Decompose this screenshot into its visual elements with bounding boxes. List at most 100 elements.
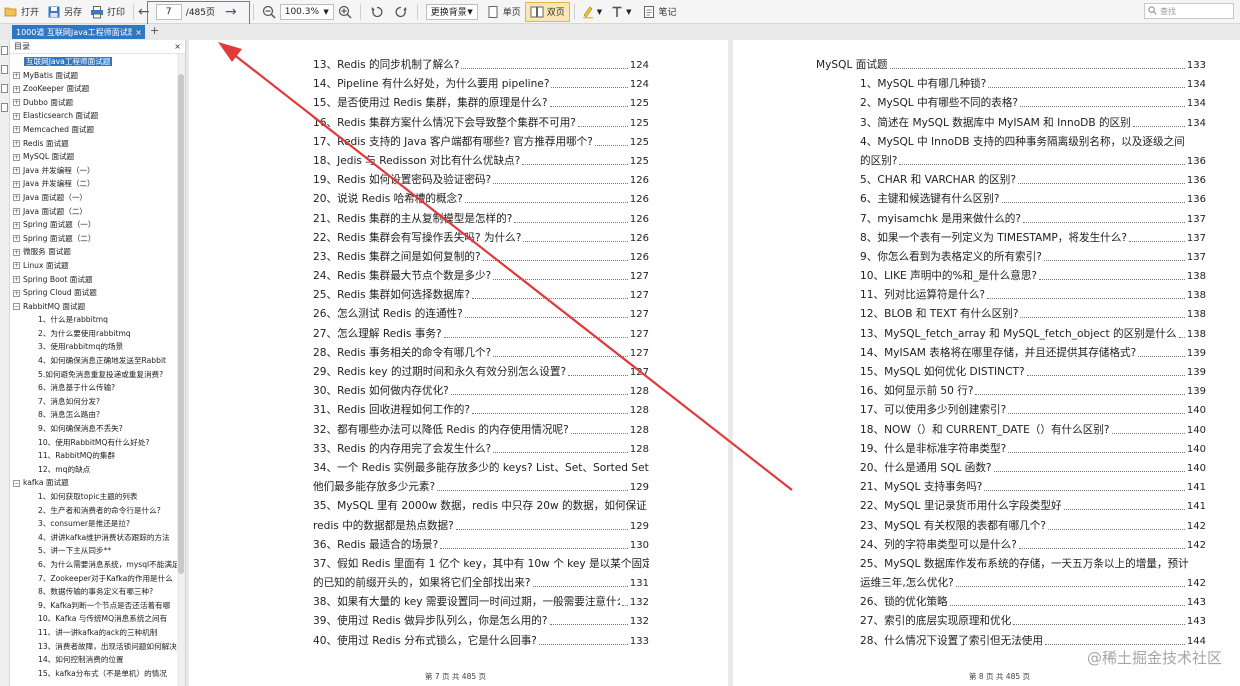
toc-row[interactable]: 22、Redis 集群会有写操作丢失吗? 为什么? 126 (313, 229, 649, 248)
outline-item[interactable]: 7、Zookeeper对于Kafka的作用是什么 (10, 572, 185, 586)
outline-scrollbar[interactable] (177, 54, 185, 686)
scrollbar-thumb[interactable] (178, 74, 184, 574)
toc-row[interactable]: 5、CHAR 和 VARCHAR 的区别? 136 (816, 171, 1206, 190)
close-icon[interactable]: × (132, 28, 145, 37)
expand-icon[interactable]: + (13, 126, 20, 134)
expand-icon[interactable]: + (13, 235, 20, 243)
zoom-out-icon[interactable] (262, 5, 276, 19)
toc-row[interactable]: 28、Redis 事务相关的命令有哪几个? 127 (313, 344, 649, 363)
toc-row[interactable]: 运维三年,怎么优化? 142 (816, 574, 1206, 593)
outline-item[interactable]: + Dubbo 面试题 (10, 96, 185, 110)
outline-item[interactable]: + Elasticsearch 面试题 (10, 109, 185, 123)
toc-row[interactable]: 11、列对比运算符是什么? 138 (816, 286, 1206, 305)
outline-item[interactable]: 14、如何控制消费的位置 (10, 653, 185, 667)
toc-row[interactable]: 24、列的字符串类型可以是什么? 142 (816, 536, 1206, 555)
toc-row[interactable]: 13、Redis 的同步机制了解么? 124 (313, 56, 649, 75)
thumbnail-panel-icon[interactable] (1, 65, 8, 74)
toc-row[interactable]: 13、MySQL_fetch_array 和 MySQL_fetch_objec… (816, 325, 1206, 344)
outline-item[interactable]: 互联网Java工程师面试题 (10, 55, 185, 69)
toc-row[interactable]: 36、Redis 最适合的场景? 130 (313, 536, 649, 555)
background-select[interactable]: 更换背景 ▼ (425, 3, 478, 20)
toc-row[interactable]: 14、MyISAM 表格将在哪里存储，并且还提供其存储格式? 139 (816, 344, 1206, 363)
toc-row[interactable]: 3、简述在 MySQL 数据库中 MyISAM 和 InnoDB 的区别 134 (816, 114, 1206, 133)
expand-icon[interactable]: + (13, 180, 20, 188)
outline-item[interactable]: + Spring Cloud 面试题 (10, 286, 185, 300)
new-tab-button[interactable]: + (150, 24, 159, 37)
outline-item[interactable]: 8、数据传输的事务定义有哪三种? (10, 585, 185, 599)
outline-item[interactable]: 6、消息基于什么传输? (10, 381, 185, 395)
chevron-down-icon[interactable]: ▼ (626, 8, 631, 16)
toc-row[interactable]: 6、主键和候选键有什么区别? 136 (816, 190, 1206, 209)
open-button[interactable]: 打开 (0, 2, 43, 22)
rotate-left-icon[interactable] (370, 5, 384, 19)
toc-row[interactable]: 21、Redis 集群的主从复制模型是怎样的? 126 (313, 210, 649, 229)
single-page-button[interactable]: 单页 (482, 2, 525, 22)
outline-item[interactable]: + Java 并发编程（二） (10, 177, 185, 191)
toc-row[interactable]: 25、Redis 集群如何选择数据库? 127 (313, 286, 649, 305)
expand-icon[interactable]: + (13, 208, 20, 216)
chevron-down-icon[interactable]: ▼ (597, 8, 602, 16)
toc-row[interactable]: 23、Redis 集群之间是如何复制的? 126 (313, 248, 649, 267)
toc-row[interactable]: 9、你怎么看到为表格定义的所有索引? 137 (816, 248, 1206, 267)
toc-row[interactable]: 10、LIKE 声明中的%和_是什么意思? 138 (816, 267, 1206, 286)
save-as-button[interactable]: 另存 (43, 2, 86, 22)
toc-row[interactable]: 32、都有哪些办法可以降低 Redis 的内存使用情况呢? 128 (313, 421, 649, 440)
toc-row[interactable]: 27、索引的底层实现原理和优化 143 (816, 612, 1206, 631)
toc-row[interactable]: 7、myisamchk 是用来做什么的? 137 (816, 210, 1206, 229)
toc-row[interactable]: 2、MySQL 中有哪些不同的表格? 134 (816, 94, 1206, 113)
outline-item[interactable]: + 微服务 面试题 (10, 245, 185, 259)
outline-item[interactable]: 15、kafka分布式（不是单机）的情况 (10, 667, 185, 681)
outline-item[interactable]: 10、使用RabbitMQ有什么好处? (10, 436, 185, 450)
toc-row[interactable]: 24、Redis 集群最大节点个数是多少? 127 (313, 267, 649, 286)
toc-row[interactable]: 17、Redis 支持的 Java 客户端都有哪些? 官方推荐用哪个? 125 (313, 133, 649, 152)
toc-row[interactable]: 27、怎么理解 Redis 事务? 127 (313, 325, 649, 344)
toc-row[interactable]: 31、Redis 回收进程如何工作的? 128 (313, 401, 649, 420)
text-tool-icon[interactable] (610, 5, 624, 19)
toc-row[interactable]: 39、使用过 Redis 做异步队列么，你是怎么用的? 132 (313, 612, 649, 631)
outline-item[interactable]: 2、为什么要使用rabbitmq (10, 327, 185, 341)
close-icon[interactable]: × (174, 42, 181, 51)
outline-item[interactable]: − RabbitMQ 面试题 (10, 300, 185, 314)
toc-row[interactable]: MySQL 面试题 133 (816, 56, 1206, 75)
zoom-select[interactable]: 100.3% ▼ (279, 3, 334, 20)
collapse-icon[interactable]: − (13, 479, 20, 487)
outline-item[interactable]: 11、RabbitMQ的集群 (10, 449, 185, 463)
zoom-in-icon[interactable] (338, 5, 352, 19)
document-tab[interactable]: 1000道 互联网Java工程师面试题 × (12, 25, 145, 39)
toc-row[interactable]: redis 中的数据都是热点数据? 129 (313, 517, 649, 536)
outline-item[interactable]: 3、使用rabbitmq的场景 (10, 340, 185, 354)
expand-icon[interactable]: + (13, 221, 20, 229)
outline-item[interactable]: 10、Kafka 与传统MQ消息系统之间有 (10, 612, 185, 626)
toc-row[interactable]: 29、Redis key 的过期时间和永久有效分别怎么设置? 127 (313, 363, 649, 382)
toc-row[interactable]: 16、Redis 集群方案什么情况下会导致整个集群不可用? 125 (313, 114, 649, 133)
outline-item[interactable]: + Redis 面试题 (10, 137, 185, 151)
toc-row[interactable]: 26、锁的优化策略 143 (816, 593, 1206, 612)
toc-row[interactable]: 33、Redis 的内存用完了会发生什么? 128 (313, 440, 649, 459)
outline-item[interactable]: 9、Kafka判断一个节点是否还活着有哪 (10, 599, 185, 613)
outline-item[interactable]: + Linux 面试题 (10, 259, 185, 273)
expand-icon[interactable]: + (13, 262, 20, 270)
toc-row[interactable]: 4、MySQL 中 InnoDB 支持的四种事务隔离级别名称，以及逐级之间 (816, 133, 1206, 152)
toc-row[interactable]: 15、MySQL 如何优化 DISTINCT? 139 (816, 363, 1206, 382)
toc-row[interactable]: 30、Redis 如何做内存优化? 128 (313, 382, 649, 401)
expand-icon[interactable]: + (13, 289, 20, 297)
expand-icon[interactable]: + (13, 99, 20, 107)
outline-item[interactable]: 3、consumer是推还是拉? (10, 517, 185, 531)
toc-row[interactable]: 20、说说 Redis 哈希槽的概念? 126 (313, 190, 649, 209)
toc-row[interactable]: 18、Jedis 与 Redisson 对比有什么优缺点? 125 (313, 152, 649, 171)
toc-row[interactable]: 26、怎么测试 Redis 的连通性? 127 (313, 305, 649, 324)
toc-row[interactable]: 21、MySQL 支持事务吗? 141 (816, 478, 1206, 497)
outline-item[interactable]: + MyBatis 面试题 (10, 69, 185, 83)
expand-icon[interactable]: + (13, 248, 20, 256)
expand-icon[interactable]: + (13, 72, 20, 80)
search-input[interactable]: 查找 (1144, 3, 1234, 19)
toc-row[interactable]: 1、MySQL 中有哪几种锁? 134 (816, 75, 1206, 94)
highlighter-icon[interactable] (581, 5, 595, 19)
outline-item[interactable]: 6、为什么需要消息系统，mysql不能满足 (10, 558, 185, 572)
expand-icon[interactable]: + (13, 167, 20, 175)
annotation-panel-icon[interactable] (1, 103, 8, 112)
outline-item[interactable]: 5.如何避免消息重复投递或重复消费? (10, 368, 185, 382)
note-button[interactable]: 笔记 (638, 2, 681, 22)
toc-row[interactable]: 16、如何显示前 50 行? 139 (816, 382, 1206, 401)
outline-item[interactable]: + MySQL 面试题 (10, 150, 185, 164)
